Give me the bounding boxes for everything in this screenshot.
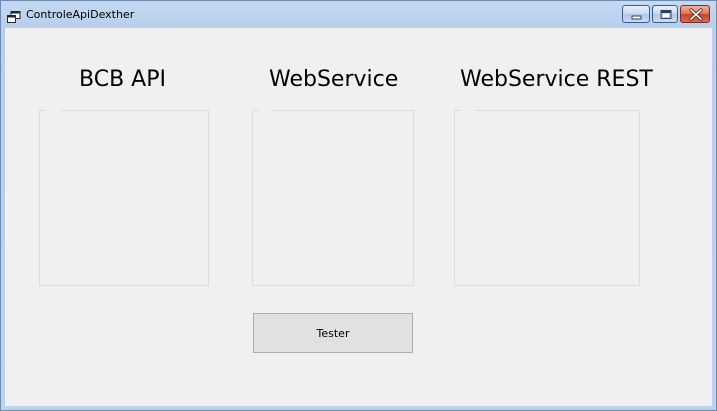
panel-caption-gap bbox=[461, 110, 475, 112]
minimize-button[interactable] bbox=[622, 5, 650, 23]
webservice-panel bbox=[252, 110, 414, 286]
caption-buttons bbox=[620, 5, 710, 23]
bcb-api-panel bbox=[39, 110, 209, 286]
webservice-heading: WebService bbox=[269, 67, 399, 92]
panel-caption-gap bbox=[46, 110, 60, 112]
app-window-icon[interactable] bbox=[7, 8, 21, 23]
tester-button[interactable]: Tester bbox=[253, 313, 413, 353]
title-bar[interactable]: ControleApiDexther bbox=[1, 1, 716, 28]
webservice-rest-panel bbox=[454, 110, 640, 286]
bcb-api-heading: BCB API bbox=[79, 67, 166, 92]
close-button[interactable] bbox=[680, 5, 710, 23]
window-title: ControleApiDexther bbox=[26, 8, 135, 21]
minimize-icon bbox=[631, 15, 642, 20]
webservice-rest-heading: WebService REST bbox=[460, 67, 653, 92]
form-client-area: BCB API WebService WebService REST Teste… bbox=[5, 28, 712, 406]
app-window: ControleApiDexther BCB API WebService We… bbox=[0, 0, 717, 411]
panel-caption-gap bbox=[259, 110, 273, 112]
maximize-button[interactable] bbox=[652, 5, 678, 23]
close-icon bbox=[689, 8, 703, 21]
maximize-icon bbox=[660, 10, 672, 19]
